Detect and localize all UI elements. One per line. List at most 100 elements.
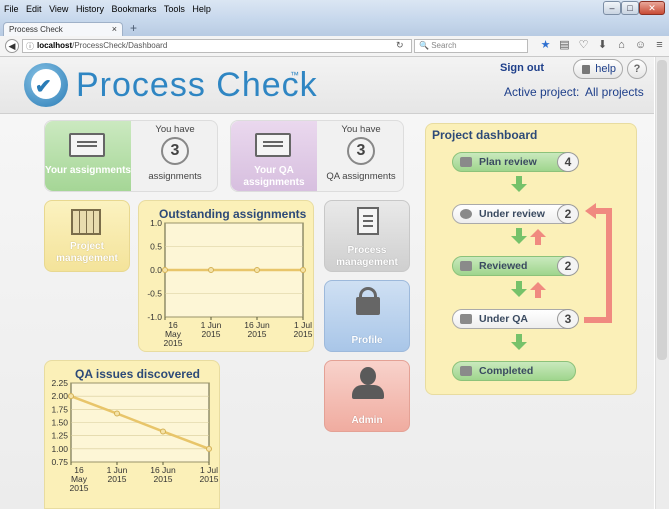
loop-back-arrow-icon xyxy=(584,203,612,323)
url-bar[interactable]: localhost/ProcessCheck/Dashboard xyxy=(22,39,412,53)
assignments-tile[interactable]: Your assignments You have 3 assignments xyxy=(44,120,218,192)
y-tick-label: 0.0 xyxy=(150,265,162,275)
menu-hamburger-icon[interactable]: ≡ xyxy=(650,39,669,51)
data-point xyxy=(206,445,212,452)
qa-assignments-tile[interactable]: Your QA assignments You have 3 QA assign… xyxy=(230,120,404,192)
profile-label: Profile xyxy=(351,335,383,346)
y-tick-label: 1.25 xyxy=(51,431,68,441)
active-project-label: Active project: xyxy=(504,85,580,99)
help-label: help xyxy=(595,63,616,75)
qa-sub: QA assignments xyxy=(326,171,396,182)
scrollbar-thumb[interactable] xyxy=(657,60,667,360)
menu-view[interactable]: View xyxy=(49,4,68,14)
menu-help[interactable]: Help xyxy=(192,4,211,14)
menu-edit[interactable]: Edit xyxy=(26,4,42,14)
qa-count: 3 xyxy=(347,137,375,165)
project-management-tile[interactable]: Project management xyxy=(44,200,130,272)
lock-shackle xyxy=(359,287,377,297)
sign-out-link[interactable]: Sign out xyxy=(500,62,544,74)
data-point xyxy=(300,267,306,273)
sync-icon[interactable]: ☺ xyxy=(631,39,650,51)
process-management-tile[interactable]: Process management xyxy=(324,200,410,272)
url-host: localhost xyxy=(37,41,73,50)
qa-assignments-label: Your QA assignments xyxy=(243,165,305,188)
y-tick-label: 1.50 xyxy=(51,418,68,428)
info-icon[interactable]: ⓘ xyxy=(26,41,34,52)
x-tick-label: 2015 xyxy=(70,483,89,493)
maximize-button[interactable]: □ xyxy=(621,1,639,15)
browser-tab[interactable]: Process Check × xyxy=(3,22,123,36)
x-tick-label: 2015 xyxy=(164,338,183,348)
admin-person-icon xyxy=(352,385,384,399)
check-mark-icon: ✔ xyxy=(35,76,52,98)
trademark: ™ xyxy=(290,70,299,80)
outstanding-assignments-chart: Outstanding assignments 1.0 0.5 0.0 -0.5 -1.… xyxy=(138,200,314,352)
admin-label: Admin xyxy=(351,415,383,426)
qa-issues-chart: QA issues discovered 2.25 2.00 1.75 1.50 1.2… xyxy=(44,360,220,509)
process-management-label: Process management xyxy=(336,245,398,268)
menu-bookmarks[interactable]: Bookmarks xyxy=(111,4,156,14)
admin-head xyxy=(360,367,376,385)
admin-tile[interactable]: Admin xyxy=(324,360,410,432)
x-tick-label: 2015 xyxy=(294,329,313,339)
question-button[interactable]: ? xyxy=(627,59,647,79)
y-tick-label: 1.75 xyxy=(51,404,68,414)
menu-tools[interactable]: Tools xyxy=(164,4,185,14)
assignments-you-have: You have xyxy=(155,124,195,135)
data-point xyxy=(160,428,166,435)
arrow-down-icon xyxy=(511,176,527,192)
help-button[interactable]: help xyxy=(573,59,623,79)
x-tick-label: 2015 xyxy=(200,474,219,484)
x-tick-label: 2015 xyxy=(248,329,267,339)
pocket-icon[interactable]: ♡ xyxy=(574,38,593,51)
document-icon xyxy=(357,207,379,235)
menu-items: File Edit View History Bookmarks Tools H… xyxy=(4,4,216,14)
url-path: /ProcessCheck/Dashboard xyxy=(72,41,168,50)
home-icon[interactable]: ⌂ xyxy=(612,39,631,51)
toolbar-icons: ★ ▤ ♡ ⬇ ⌂ ☺ ≡ xyxy=(536,38,669,51)
project-management-label: Project management xyxy=(56,241,118,264)
data-point xyxy=(68,393,74,400)
reading-list-icon[interactable]: ▤ xyxy=(555,38,574,51)
minimize-button[interactable]: – xyxy=(603,1,621,15)
close-window-button[interactable]: ✕ xyxy=(639,1,665,15)
data-point xyxy=(254,267,260,273)
data-point xyxy=(114,410,120,417)
assignments-icon-panel: Your assignments xyxy=(45,121,131,191)
y-tick-label: 2.25 xyxy=(51,378,68,388)
x-tick-label: 2015 xyxy=(202,329,221,339)
data-point xyxy=(162,267,168,273)
qa-chart-svg: 2.252.001.751.501.251.000.7516May20151 J… xyxy=(51,378,219,493)
menu-history[interactable]: History xyxy=(76,4,104,14)
assignments-count: 3 xyxy=(161,137,189,165)
dashboard-arrows xyxy=(511,176,612,350)
qa-inbox-icon xyxy=(255,133,291,157)
app-title: Process Check xyxy=(76,66,318,104)
arrow-up-icon xyxy=(530,282,546,298)
profile-tile[interactable]: Profile xyxy=(324,280,410,352)
menu-file[interactable]: File xyxy=(4,4,19,14)
download-icon[interactable]: ⬇ xyxy=(593,38,612,51)
search-input[interactable]: 🔍 Search xyxy=(414,39,528,53)
y-tick-label: 1.00 xyxy=(51,444,68,454)
qa-you-have: You have xyxy=(341,124,381,135)
assignments-sub: assignments xyxy=(148,171,202,182)
y-tick-label: -0.5 xyxy=(147,289,162,299)
spreadsheet-icon xyxy=(71,209,101,235)
y-tick-label: 0.75 xyxy=(51,457,68,467)
tab-title: Process Check xyxy=(9,25,63,34)
active-project-link[interactable]: All projects xyxy=(585,85,644,99)
qa-icon-panel: Your QA assignments xyxy=(231,121,317,191)
tab-close-icon[interactable]: × xyxy=(112,23,117,36)
back-arrow-icon[interactable]: ◀ xyxy=(5,39,19,53)
x-tick-label: 2015 xyxy=(154,474,173,484)
arrow-down-icon xyxy=(511,228,527,244)
new-tab-button[interactable]: + xyxy=(130,21,137,35)
book-icon xyxy=(582,65,590,74)
y-tick-label: 1.0 xyxy=(150,218,162,228)
bookmark-star-icon[interactable]: ★ xyxy=(536,38,555,51)
y-tick-label: 2.00 xyxy=(51,391,68,401)
reload-icon[interactable]: ↻ xyxy=(396,40,404,51)
lock-icon xyxy=(356,297,380,315)
y-tick-label: 0.5 xyxy=(150,242,162,252)
